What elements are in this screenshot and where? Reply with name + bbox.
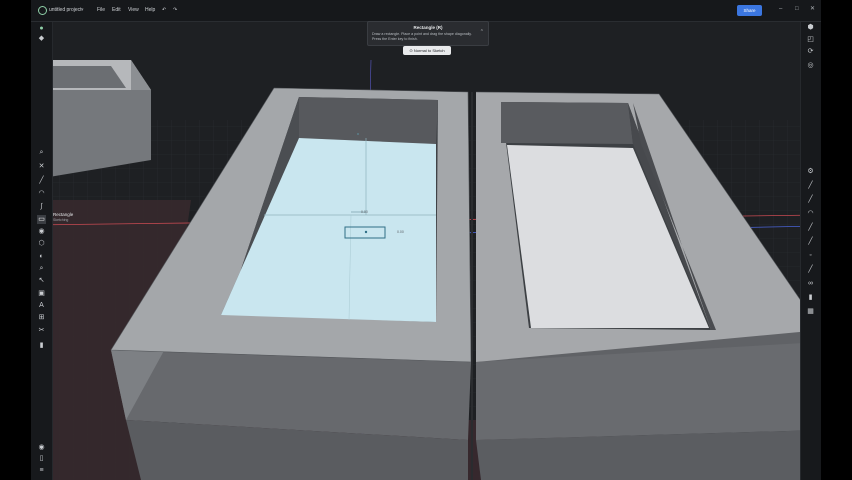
text-icon[interactable]: A [37, 301, 46, 310]
right-toolbar: ⬢ ◰ ⟳ ◎ ⚙ ╱ ╱ ◠ ╱ ╱ ◦ ╱ ∞ ▮ ▦ [800, 21, 821, 480]
rectangle-icon[interactable]: ▭ [37, 215, 46, 224]
link-icon[interactable]: ∞ [806, 279, 815, 288]
share-button[interactable]: Share [737, 5, 762, 16]
trash-icon[interactable]: ▮ [37, 341, 46, 350]
top-bar: untitled project ▾ File Edit View Help ↶… [31, 0, 821, 22]
pin-icon[interactable]: ◉ [37, 443, 46, 452]
orbit-icon[interactable]: ⟳ [806, 47, 815, 56]
stack-icon[interactable]: ≡ [37, 466, 46, 475]
brush-icon[interactable]: ╱ [806, 195, 815, 204]
stamp-icon[interactable]: ⊞ [37, 313, 46, 322]
lock-icon[interactable]: ▮ [806, 293, 815, 302]
tooltip-title: Rectangle (R) [413, 25, 443, 30]
polygon-icon[interactable]: ⬡ [37, 239, 46, 248]
tooltip-description-2: Press the Enter key to finish. [372, 37, 418, 41]
undo-icon[interactable]: ↶ [162, 5, 166, 15]
dimension-label[interactable]: 0.00 [397, 230, 404, 234]
pencil-fine-icon[interactable]: ◦ [806, 251, 815, 260]
tool-sub: Sketching [53, 218, 69, 222]
menu-view[interactable]: View [128, 5, 139, 15]
line-icon[interactable]: ╱ [37, 176, 46, 185]
gear-icon[interactable]: ⚙ [806, 167, 815, 176]
project-name[interactable]: untitled project [49, 5, 82, 15]
arc-icon[interactable]: ◠ [37, 189, 46, 198]
settings-icon[interactable]: ◎ [806, 61, 815, 70]
zoom-icon[interactable]: ⌕ [37, 264, 46, 273]
maximize-icon[interactable]: □ [795, 4, 799, 14]
close-icon[interactable]: ✕ [37, 162, 46, 171]
layers-stack-icon[interactable]: ◆ [37, 34, 46, 43]
tool-name: Rectangle [53, 212, 74, 217]
app-logo-icon[interactable] [38, 6, 47, 15]
tool-tooltip: Rectangle (R) Draw a rectangle. Place a … [367, 21, 489, 46]
sphere-icon[interactable]: ◐ [37, 252, 46, 261]
dimension-label[interactable]: 0.00 [361, 210, 368, 214]
left-toolbar: ● ◆ ⌕ ✕ ╱ ◠ ∫ ▭ ◉ ⬡ ◐ ⌕ ↖ ▣ A ⊞ ✂ ▮ ◉ ▯ … [31, 21, 53, 480]
3d-viewport[interactable] [31, 0, 821, 480]
scene-svg[interactable] [31, 0, 821, 480]
pen-icon[interactable]: ╱ [806, 181, 815, 190]
circle-icon[interactable]: ◉ [37, 227, 46, 236]
chevron-up-icon[interactable]: ⌃ [480, 29, 484, 35]
chevron-down-icon[interactable]: ▾ [81, 5, 84, 15]
redo-icon[interactable]: ↷ [173, 5, 177, 15]
sketch-mode-icon[interactable]: ● [37, 24, 46, 33]
cube-nav-icon[interactable]: ⬢ [806, 23, 815, 32]
layers-icon[interactable]: ╱ [806, 265, 815, 274]
tooltip-description: Draw a rectangle. Place a point and drag… [372, 32, 472, 36]
menu-edit[interactable]: Edit [112, 5, 121, 15]
pointer-icon[interactable]: ↖ [37, 276, 46, 285]
pencil-alt-icon[interactable]: ╱ [806, 237, 815, 246]
curve-icon[interactable]: ∫ [37, 202, 46, 211]
close-window-icon[interactable]: ✕ [810, 4, 815, 14]
normal-to-sketch-button[interactable]: ⊙ Normal to Sketch [403, 46, 451, 55]
scissors-icon[interactable]: ✂ [37, 326, 46, 335]
menu-help[interactable]: Help [145, 5, 155, 15]
search-icon[interactable]: ⌕ [37, 148, 46, 157]
grid-icon[interactable]: ▦ [806, 307, 815, 316]
pencil-icon[interactable]: ╱ [806, 223, 815, 232]
view-icon[interactable]: ◰ [806, 35, 815, 44]
menu-file[interactable]: File [97, 5, 105, 15]
app-window: 0.00 0.00 untitled project ▾ File Edit V… [31, 0, 821, 480]
phone-icon[interactable]: ▯ [37, 454, 46, 463]
image-icon[interactable]: ▣ [37, 289, 46, 298]
minimize-icon[interactable]: – [779, 4, 782, 14]
undo-arc-icon[interactable]: ◠ [806, 209, 815, 218]
